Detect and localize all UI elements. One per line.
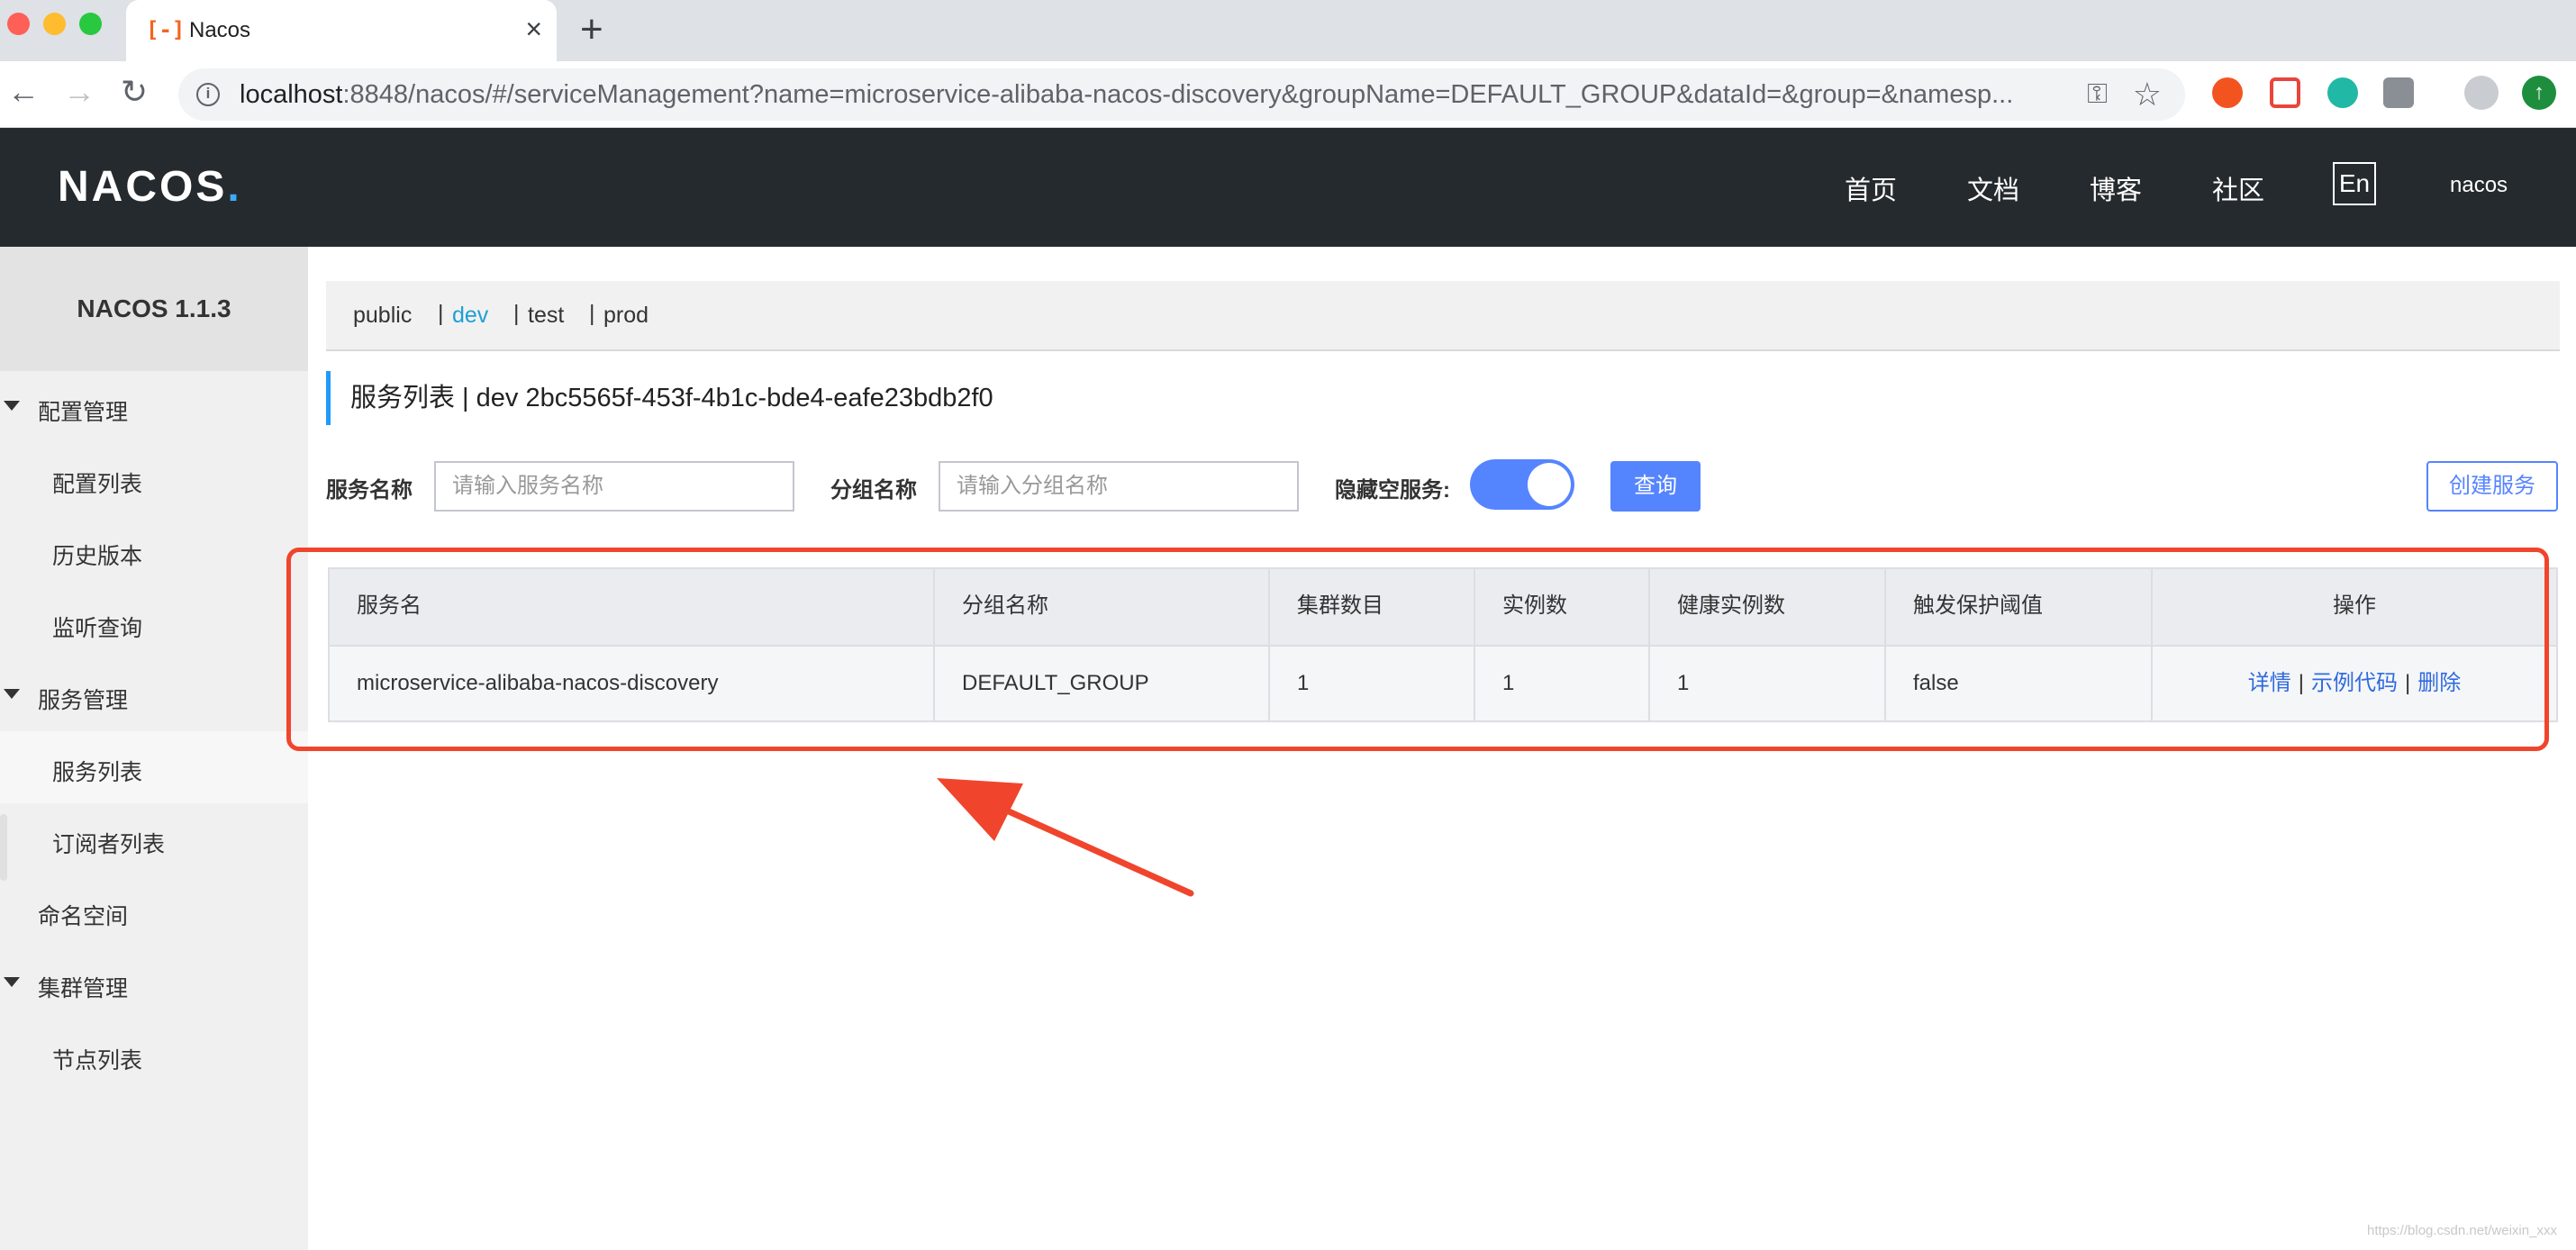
- url-path: :8848/nacos/#/serviceManagement?name=mic…: [342, 80, 2014, 109]
- service-name-label: 服务名称: [326, 478, 413, 503]
- toggle-knob: [1528, 463, 1571, 506]
- version-label: NACOS 1.1.3: [0, 247, 308, 371]
- extension-icon[interactable]: [2383, 77, 2414, 108]
- browser-toolbar: ← → ↻ i localhost:8848/nacos/#/serviceMa…: [0, 61, 2576, 128]
- annotation-highlight-box: [286, 548, 2549, 751]
- sidebar-group-service[interactable]: 服务管理: [0, 668, 308, 722]
- caret-down-icon: [4, 689, 20, 699]
- namespace-separator: |: [589, 301, 595, 326]
- sidebar-group-cluster[interactable]: 集群管理: [0, 956, 308, 1010]
- namespace-dev[interactable]: dev: [452, 303, 488, 329]
- language-switch-button[interactable]: En: [2333, 162, 2376, 205]
- namespace-separator: |: [438, 301, 444, 326]
- close-window-button[interactable]: [7, 13, 30, 35]
- site-info-icon[interactable]: i: [196, 83, 220, 106]
- namespace-prod[interactable]: prod: [603, 303, 649, 329]
- nav-home[interactable]: 首页: [1845, 169, 1897, 207]
- extension-icon[interactable]: [2270, 77, 2300, 108]
- forward-arrow-icon[interactable]: →: [63, 74, 95, 110]
- namespace-bar: public | dev | test | prod: [326, 281, 2560, 351]
- key-icon[interactable]: ⚿: [2087, 79, 2108, 110]
- annotation-arrow-icon: [937, 778, 1194, 897]
- sidebar-group-label: 集群管理: [38, 976, 129, 1001]
- sidebar-item-subscribers[interactable]: 订阅者列表: [0, 803, 308, 875]
- tab-title: Nacos: [189, 18, 251, 42]
- service-name-input[interactable]: 请输入服务名称: [434, 461, 794, 512]
- hide-empty-label: 隐藏空服务:: [1335, 478, 1450, 503]
- group-name-input[interactable]: 请输入分组名称: [939, 461, 1299, 512]
- extension-icon[interactable]: [2212, 77, 2243, 108]
- nav-docs[interactable]: 文档: [1967, 169, 2019, 207]
- watermark: https://blog.csdn.net/weixin_xxx: [2367, 1223, 2557, 1238]
- profile-avatar[interactable]: [2464, 76, 2499, 110]
- tab-close-icon[interactable]: ×: [525, 13, 542, 45]
- hide-empty-toggle[interactable]: [1470, 459, 1574, 510]
- sidebar-item-config-list[interactable]: 配置列表: [0, 443, 308, 515]
- caret-down-icon: [4, 977, 20, 987]
- sidebar: NACOS 1.1.3 配置管理 配置列表 历史版本 监听查询 服务管理 服务列…: [0, 247, 308, 1250]
- url-text[interactable]: localhost:8848/nacos/#/serviceManagement…: [240, 80, 2013, 110]
- extension-icon[interactable]: [2327, 77, 2358, 108]
- nacos-favicon-icon: [-]: [146, 17, 186, 42]
- sidebar-group-label: 配置管理: [38, 400, 129, 425]
- sidebar-scroll-indicator: [0, 814, 7, 881]
- maximize-window-button[interactable]: [79, 13, 102, 35]
- update-icon[interactable]: ↑: [2522, 76, 2556, 110]
- nav-community[interactable]: 社区: [2212, 169, 2264, 207]
- sidebar-item-nodes[interactable]: 节点列表: [0, 1019, 308, 1091]
- bookmark-star-icon[interactable]: ☆: [2133, 76, 2162, 113]
- sidebar-group-label: 服务管理: [38, 688, 129, 713]
- page-title: 服务列表 | dev 2bc5565f-453f-4b1c-bde4-eafe2…: [326, 371, 993, 425]
- reload-icon[interactable]: ↻: [121, 74, 148, 110]
- url-host: localhost: [240, 80, 343, 109]
- sidebar-item-listener[interactable]: 监听查询: [0, 587, 308, 659]
- group-name-label: 分组名称: [830, 478, 917, 503]
- new-tab-button[interactable]: +: [580, 9, 603, 50]
- sidebar-item-service-list[interactable]: 服务列表: [0, 731, 308, 803]
- namespace-test[interactable]: test: [528, 303, 564, 329]
- namespace-public[interactable]: public: [353, 303, 412, 329]
- back-arrow-icon[interactable]: ←: [7, 74, 40, 110]
- user-name[interactable]: nacos: [2450, 173, 2508, 198]
- sidebar-group-config[interactable]: 配置管理: [0, 380, 308, 434]
- create-service-button[interactable]: 创建服务: [2426, 461, 2558, 512]
- namespace-separator: |: [513, 301, 520, 326]
- sidebar-item-namespace[interactable]: 命名空间: [0, 884, 308, 938]
- minimize-window-button[interactable]: [43, 13, 66, 35]
- sidebar-item-history[interactable]: 历史版本: [0, 515, 308, 587]
- browser-tab[interactable]: [-] Nacos ×: [126, 0, 557, 61]
- query-button[interactable]: 查询: [1610, 461, 1701, 512]
- caret-down-icon: [4, 401, 20, 411]
- nav-blog[interactable]: 博客: [2090, 169, 2142, 207]
- browser-tab-bar: [-] Nacos × +: [0, 0, 2576, 61]
- nacos-logo[interactable]: NACOS.: [58, 162, 242, 212]
- app-header: NACOS. 首页 文档 博客 社区 En nacos: [0, 128, 2576, 247]
- address-bar[interactable]: i localhost:8848/nacos/#/serviceManageme…: [178, 68, 2185, 121]
